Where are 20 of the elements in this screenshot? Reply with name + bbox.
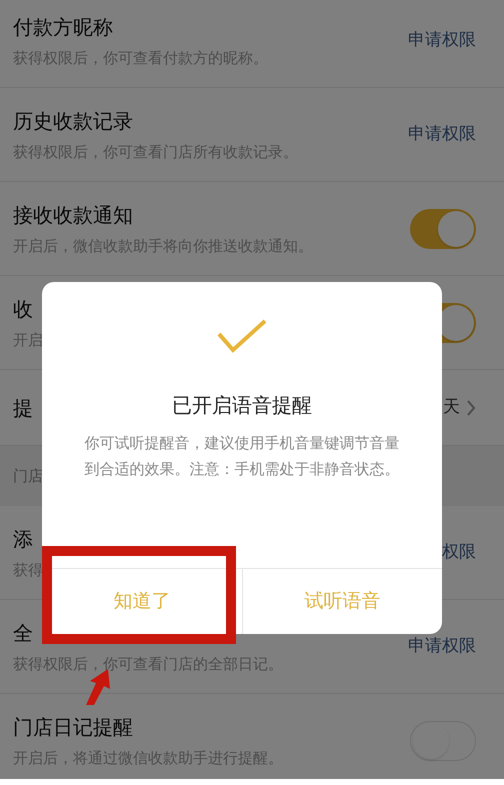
dialog-title: 已开启语音提醒 <box>172 392 312 419</box>
setting-title: 添 <box>13 526 33 552</box>
dialog-message: 你可试听提醒音，建议使用手机音量键调节音量到合适的效果。注意：手机需处于非静音状态。 <box>84 433 400 480</box>
request-permission-link[interactable]: 权限 <box>442 540 476 566</box>
setting-title: 历史收款记录 <box>13 108 133 134</box>
setting-value: 天 <box>443 396 460 419</box>
setting-title: 付款方昵称 <box>13 14 113 40</box>
setting-title: 收 <box>13 296 33 322</box>
toggle-switch[interactable] <box>410 208 476 248</box>
checkmark-icon <box>216 318 268 354</box>
setting-title: 全 <box>13 620 33 646</box>
setting-title: 接收收款通知 <box>13 202 133 228</box>
dialog-button[interactable]: 知道了 <box>42 569 242 634</box>
request-permission-link[interactable]: 申请权限 <box>408 28 476 54</box>
setting-title: 门店日记提醒 <box>13 714 133 740</box>
chevron-right-icon <box>466 398 476 416</box>
setting-title: 提 <box>13 394 33 422</box>
dialog-button[interactable]: 试听语音 <box>242 569 442 634</box>
request-permission-link[interactable]: 申请权限 <box>408 122 476 148</box>
request-permission-link[interactable]: 申请权限 <box>408 634 476 660</box>
